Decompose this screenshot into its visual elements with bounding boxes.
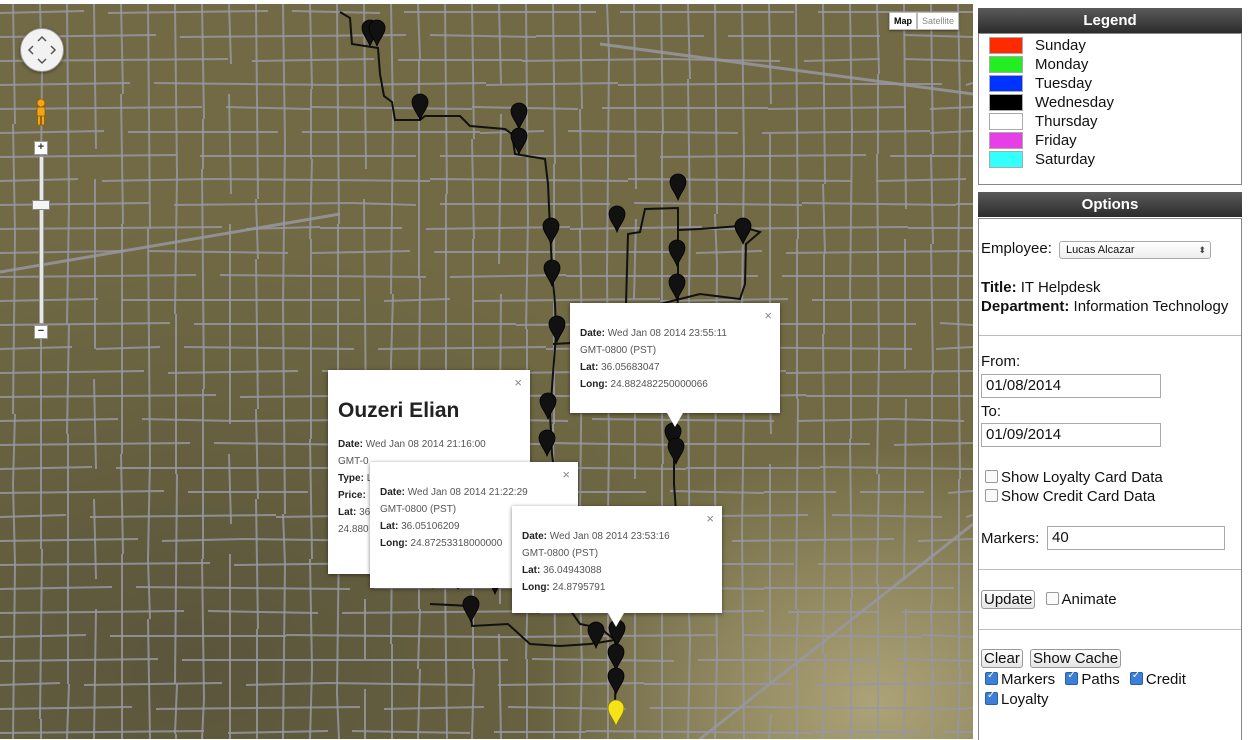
map-type-control[interactable]: Map Satellite xyxy=(889,12,960,30)
from-label: From: xyxy=(981,353,1021,370)
zoom-slider-track[interactable] xyxy=(39,156,44,324)
infowindow-date-line: Date: Wed Jan 08 2014 23:55:11 xyxy=(580,328,727,339)
pegman-icon[interactable] xyxy=(33,98,49,126)
layer-paths-option[interactable]: Paths xyxy=(1065,670,1120,688)
markers-label: Markers: xyxy=(981,530,1040,547)
from-date-input[interactable]: 01/08/2014 xyxy=(981,374,1161,398)
show-credit-option[interactable]: Show Credit Card Data xyxy=(985,488,1155,505)
legend-item-saturday: Saturday xyxy=(989,150,1095,169)
legend-item-sunday: Sunday xyxy=(989,36,1086,55)
options-panel: Employee: Lucas Alcazar ⬍ Title: IT Help… xyxy=(978,218,1242,740)
map-type-satellite-button[interactable]: Satellite xyxy=(917,12,960,30)
infowindow-tz-line: GMT-0800 (PST) xyxy=(522,548,599,559)
update-row: Update Animate xyxy=(981,590,1117,609)
street xyxy=(971,250,973,254)
infowindow-long-line: Long: 24.882482250000066 xyxy=(580,379,708,390)
pan-arrows-icon xyxy=(27,35,57,65)
infowindow-2353: × Date: Wed Jan 08 2014 23:53:16 GMT-080… xyxy=(512,506,722,613)
divider xyxy=(979,335,1241,336)
legend-item-friday: Friday xyxy=(989,131,1077,150)
to-label: To: xyxy=(981,403,1002,420)
legend-header: Legend xyxy=(978,8,1242,33)
action-row: Clear Show Cache xyxy=(981,649,1122,668)
show-cache-button[interactable]: Show Cache xyxy=(1030,649,1122,668)
infowindow-title: Ouzeri Elian xyxy=(338,399,460,422)
close-icon[interactable]: × xyxy=(562,466,570,483)
employee-label: Employee: xyxy=(981,240,1052,257)
legend-swatch xyxy=(989,37,1023,54)
markers-count-input[interactable]: 40 xyxy=(1047,526,1225,550)
title-line: Title: IT Helpdesk xyxy=(981,279,1101,296)
legend-swatch xyxy=(989,94,1023,111)
legend-item-monday: Monday xyxy=(989,55,1088,74)
employee-select-value: Lucas Alcazar xyxy=(1066,244,1135,256)
animate-option[interactable]: Animate xyxy=(1045,591,1117,608)
infowindow-date-line: Date: Wed Jan 08 2014 23:53:16 xyxy=(522,531,670,542)
infowindow-2353-tail xyxy=(608,613,624,627)
legend-swatch xyxy=(989,151,1023,168)
close-icon[interactable]: × xyxy=(706,510,714,527)
infowindow-lat-line: Lat: 36.04943088 xyxy=(522,565,602,576)
infowindow-date-line: Date: Wed Jan 08 2014 21:16:00 xyxy=(338,439,486,450)
layer-markers-option[interactable]: Markers xyxy=(985,670,1055,688)
legend-panel: Sunday Monday Tuesday Wednesday Thursday… xyxy=(978,33,1242,185)
infowindow-date-line: Date: Wed Jan 08 2014 21:22:29 xyxy=(380,487,528,498)
legend-item-thursday: Thursday xyxy=(989,112,1098,131)
pan-control[interactable] xyxy=(20,28,64,72)
legend-swatch xyxy=(989,132,1023,149)
paths-checkbox[interactable] xyxy=(1065,670,1079,685)
department-line: Department: Information Technology xyxy=(981,298,1229,315)
legend-swatch xyxy=(989,56,1023,73)
animate-checkbox[interactable] xyxy=(1045,592,1059,605)
employee-select[interactable]: Lucas Alcazar ⬍ xyxy=(1059,241,1211,259)
legend-swatch xyxy=(989,75,1023,92)
zoom-out-button[interactable]: − xyxy=(34,325,48,339)
legend-item-wednesday: Wednesday xyxy=(989,93,1114,112)
legend-item-tuesday: Tuesday xyxy=(989,74,1092,93)
options-header: Options xyxy=(978,192,1242,217)
layer-credit-option[interactable]: Credit xyxy=(1129,670,1186,688)
infowindow-2355-tail xyxy=(667,413,683,427)
select-arrows-icon: ⬍ xyxy=(1198,245,1206,255)
legend-swatch xyxy=(989,113,1023,130)
clear-button[interactable]: Clear xyxy=(981,649,1023,668)
close-icon[interactable]: × xyxy=(764,307,772,324)
infowindow-lat-line: Lat: 36.05683047 xyxy=(580,362,660,373)
zoom-in-button[interactable]: + xyxy=(34,141,48,155)
divider xyxy=(979,629,1241,630)
zoom-slider-thumb[interactable] xyxy=(32,200,50,210)
show-credit-checkbox[interactable] xyxy=(985,489,998,502)
map-canvas[interactable]: Map Satellite + − × Ouzeri Elian Date: W… xyxy=(0,4,973,739)
show-loyalty-option[interactable]: Show Loyalty Card Data xyxy=(985,469,1163,486)
infowindow-2122-tail xyxy=(466,572,482,586)
update-button[interactable]: Update xyxy=(981,590,1036,609)
to-date-input[interactable]: 01/09/2014 xyxy=(981,423,1161,447)
close-icon[interactable]: × xyxy=(514,374,522,391)
show-loyalty-checkbox[interactable] xyxy=(985,470,998,483)
markers-checkbox[interactable] xyxy=(985,670,998,685)
credit-checkbox[interactable] xyxy=(1129,670,1143,685)
layer-toggles: Markers Paths Credit xyxy=(985,670,1186,688)
map-type-map-button[interactable]: Map xyxy=(889,12,917,30)
loyalty-checkbox[interactable] xyxy=(985,690,998,705)
divider xyxy=(979,569,1241,570)
infowindow-long-line: Long: 24.8795791 xyxy=(522,582,606,593)
layer-loyalty-option[interactable]: Loyalty xyxy=(985,690,1049,708)
infowindow-2355: × Date: Wed Jan 08 2014 23:55:11 GMT-080… xyxy=(570,303,780,413)
infowindow-tz-line: GMT-0800 (PST) xyxy=(580,345,657,356)
